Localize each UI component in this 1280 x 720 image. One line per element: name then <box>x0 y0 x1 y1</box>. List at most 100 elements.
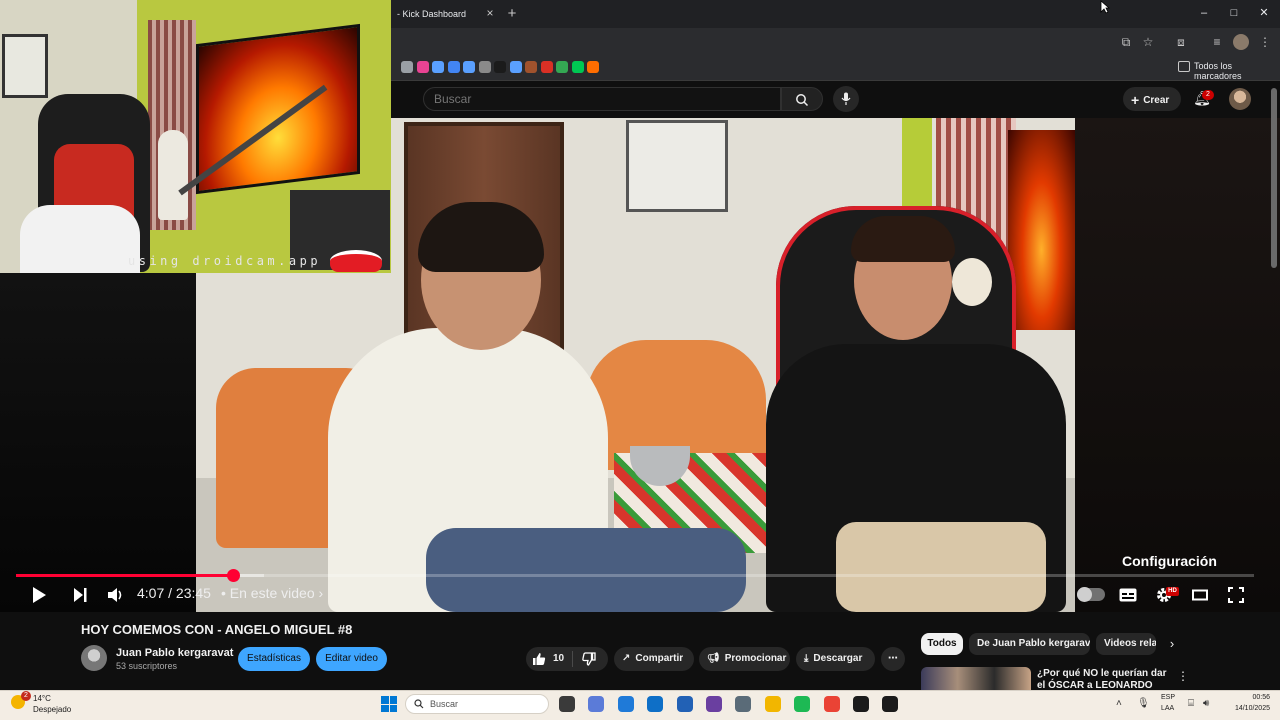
profile-avatar[interactable] <box>1233 34 1249 50</box>
extensions-icon[interactable]: ⧈ <box>1173 34 1189 50</box>
subtitles-icon <box>1119 588 1137 602</box>
bookmark-favicon-icon[interactable] <box>432 61 444 73</box>
bookmark-favicon-icon[interactable] <box>401 61 413 73</box>
more-actions-button[interactable]: ⋯ <box>881 647 905 671</box>
streamer <box>20 205 140 273</box>
mic-icon[interactable]: 🎙︎ <box>1137 698 1150 709</box>
close-window-button[interactable]: ✕ <box>1253 4 1275 22</box>
taskbar-app-icon[interactable] <box>823 696 840 712</box>
taskbar-app-icon[interactable] <box>853 696 869 712</box>
page-scrollbar[interactable] <box>1271 88 1277 268</box>
clock-time[interactable]: 00:56 <box>1246 694 1270 701</box>
taskbar-app-icon[interactable] <box>794 696 811 712</box>
star-icon[interactable]: ☆ <box>1140 34 1156 50</box>
download-button[interactable]: ⤓ Descargar <box>796 647 875 671</box>
thumbs-down-icon <box>582 652 596 666</box>
divider <box>572 651 573 667</box>
taskbar-app-icon[interactable] <box>559 696 575 712</box>
maximize-button[interactable]: □ <box>1223 4 1245 22</box>
voice-search-button[interactable] <box>833 86 859 112</box>
taskbar-app-icon[interactable] <box>706 696 722 712</box>
fireplace-tv <box>196 23 360 195</box>
channel-name[interactable]: Juan Pablo kergaravat <box>116 647 233 659</box>
promote-label: Promocionar <box>724 653 787 664</box>
weather-badge: 2 <box>21 691 31 701</box>
taskbar-app-icon[interactable] <box>735 696 752 712</box>
theater-mode-button[interactable] <box>1190 584 1210 606</box>
taskbar-app-icon[interactable] <box>676 696 693 712</box>
webcam-watermark: using droidcam.app <box>128 254 322 268</box>
cast-icon[interactable]: ⧉ <box>1118 34 1134 50</box>
framed-picture <box>626 120 728 212</box>
edit-video-button[interactable]: Editar video <box>316 647 387 671</box>
bookmark-favicon-icon[interactable] <box>509 61 522 73</box>
speaker-icon[interactable]: 🔊︎ <box>1203 698 1209 709</box>
autoplay-toggle[interactable] <box>1077 587 1105 602</box>
keyboard-layout[interactable]: LAA <box>1161 705 1174 712</box>
bookmark-favicon-icon[interactable] <box>587 61 599 73</box>
fullscreen-button[interactable] <box>1226 584 1246 606</box>
bookmark-favicon-icon[interactable] <box>556 61 568 73</box>
network-icon[interactable]: ⌸ <box>1188 698 1194 709</box>
next-button[interactable] <box>69 584 91 606</box>
clock-date[interactable]: 14/10/2025 <box>1228 705 1270 712</box>
chip-all[interactable]: Todos <box>921 633 963 655</box>
megaphone-icon: 📢︎ <box>707 653 720 664</box>
bookmark-favicon-icon[interactable] <box>525 61 537 73</box>
chip-related[interactable]: Videos relacionados <box>1096 633 1156 655</box>
minimize-button[interactable]: – <box>1193 4 1215 22</box>
tab-close-icon[interactable]: × <box>483 6 497 20</box>
volume-button[interactable] <box>105 584 127 606</box>
user-avatar[interactable] <box>1229 88 1251 110</box>
keyboard-language[interactable]: ESP <box>1161 694 1175 701</box>
recommended-thumbnail[interactable] <box>921 667 1031 690</box>
taskbar-app-icon[interactable] <box>588 696 605 712</box>
download-label: Descargar <box>813 653 863 664</box>
like-button[interactable] <box>532 652 546 666</box>
weather-temperature[interactable]: 14°C <box>33 694 51 703</box>
share-button[interactable]: ↗ Compartir <box>614 647 694 671</box>
stats-button[interactable]: Estadísticas <box>238 647 310 671</box>
menu-icon[interactable]: ⋮ <box>1257 34 1273 50</box>
bookmark-favicon-icon[interactable] <box>416 61 429 73</box>
bookmark-favicon-icon[interactable] <box>494 61 506 73</box>
chevron-up-icon[interactable]: ˄ <box>1116 698 1122 709</box>
bookmark-favicon-icon[interactable] <box>540 61 553 73</box>
chip-from-channel[interactable]: De Juan Pablo kergaravat <box>969 633 1090 655</box>
bookmark-favicon-icon[interactable] <box>478 61 491 73</box>
create-button[interactable]: + Crear <box>1123 87 1181 111</box>
subtitles-button[interactable] <box>1118 584 1138 606</box>
play-button[interactable] <box>28 584 50 606</box>
bookmark-favicon-icon[interactable] <box>463 61 475 73</box>
plus-icon: + <box>1131 92 1140 108</box>
taskbar-search[interactable]: Buscar <box>405 694 549 714</box>
mouse-cursor-icon <box>1100 0 1110 14</box>
search-input[interactable] <box>423 87 781 111</box>
recommended-more-icon[interactable]: ⋮ <box>1177 669 1189 683</box>
mic-icon <box>841 92 851 105</box>
bookmark-favicon-icon[interactable] <box>571 61 584 73</box>
search-button[interactable] <box>781 87 823 111</box>
channel-avatar[interactable] <box>81 645 107 671</box>
chapter-button[interactable]: • En este video › <box>221 585 323 601</box>
subscriber-count: 53 suscriptores <box>116 661 178 671</box>
taskbar-app-icon[interactable] <box>647 696 664 712</box>
search-icon <box>414 699 424 709</box>
like-count: 10 <box>553 653 565 664</box>
taskbar-app-icon[interactable] <box>764 696 781 712</box>
taskbar-app-icon[interactable] <box>882 696 899 712</box>
chevron-right-icon[interactable]: › <box>1164 636 1180 652</box>
dislike-button[interactable] <box>582 652 596 666</box>
scrubber-handle[interactable] <box>226 569 240 582</box>
start-button[interactable] <box>381 696 397 712</box>
bookmark-favicon-icon[interactable] <box>447 61 460 73</box>
create-label: Crear <box>1143 95 1170 106</box>
all-bookmarks-link[interactable]: Todos los marcadores <box>1194 61 1280 81</box>
folder-icon <box>1178 61 1190 72</box>
promote-button[interactable]: 📢︎ Promocionar <box>699 647 790 671</box>
taskbar-app-icon[interactable] <box>617 696 634 712</box>
recommended-title[interactable]: ¿Por qué NO le querían dar el ÓSCAR a LE… <box>1037 668 1167 690</box>
weather-description[interactable]: Despejado <box>33 705 71 714</box>
new-tab-button[interactable]: + <box>504 6 520 22</box>
media-icon[interactable]: ≡ <box>1209 34 1225 50</box>
